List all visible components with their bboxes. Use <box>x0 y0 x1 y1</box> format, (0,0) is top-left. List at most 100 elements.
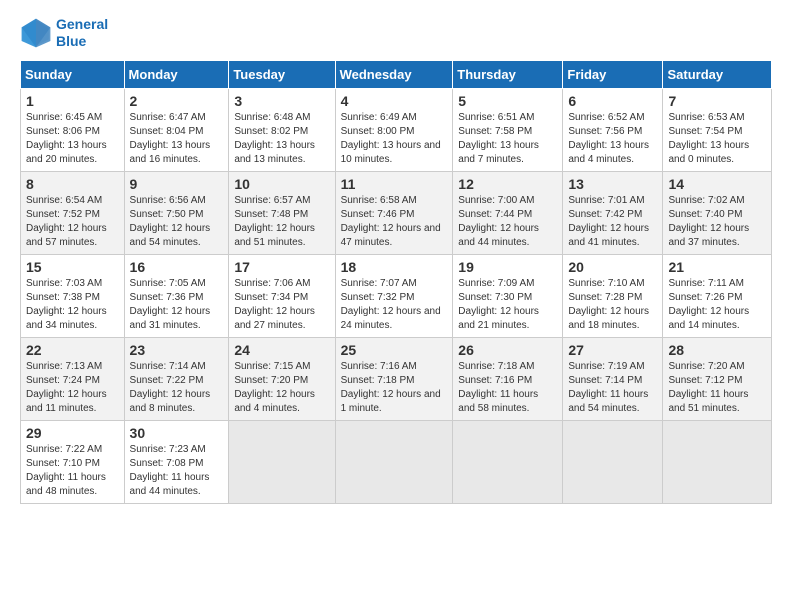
calendar-cell: 6 Sunrise: 6:52 AMSunset: 7:56 PMDayligh… <box>563 88 663 171</box>
day-number: 10 <box>234 176 329 192</box>
day-info: Sunrise: 7:05 AMSunset: 7:36 PMDaylight:… <box>130 278 211 331</box>
day-header-wednesday: Wednesday <box>335 60 453 88</box>
calendar-cell: 26 Sunrise: 7:18 AMSunset: 7:16 PMDaylig… <box>453 337 563 420</box>
calendar-cell: 19 Sunrise: 7:09 AMSunset: 7:30 PMDaylig… <box>453 254 563 337</box>
calendar-cell: 27 Sunrise: 7:19 AMSunset: 7:14 PMDaylig… <box>563 337 663 420</box>
day-info: Sunrise: 6:58 AMSunset: 7:46 PMDaylight:… <box>341 195 441 248</box>
logo: General Blue <box>20 16 108 50</box>
calendar-cell: 4 Sunrise: 6:49 AMSunset: 8:00 PMDayligh… <box>335 88 453 171</box>
calendar-body: 1 Sunrise: 6:45 AMSunset: 8:06 PMDayligh… <box>21 88 772 503</box>
day-header-monday: Monday <box>124 60 229 88</box>
day-number: 15 <box>26 259 119 275</box>
calendar-cell: 21 Sunrise: 7:11 AMSunset: 7:26 PMDaylig… <box>663 254 772 337</box>
day-info: Sunrise: 6:45 AMSunset: 8:06 PMDaylight:… <box>26 112 107 165</box>
calendar-cell: 30 Sunrise: 7:23 AMSunset: 7:08 PMDaylig… <box>124 420 229 503</box>
week-row-2: 8 Sunrise: 6:54 AMSunset: 7:52 PMDayligh… <box>21 171 772 254</box>
calendar-cell <box>663 420 772 503</box>
day-number: 23 <box>130 342 224 358</box>
week-row-5: 29 Sunrise: 7:22 AMSunset: 7:10 PMDaylig… <box>21 420 772 503</box>
day-number: 29 <box>26 425 119 441</box>
calendar-cell: 10 Sunrise: 6:57 AMSunset: 7:48 PMDaylig… <box>229 171 335 254</box>
calendar-cell: 14 Sunrise: 7:02 AMSunset: 7:40 PMDaylig… <box>663 171 772 254</box>
day-number: 22 <box>26 342 119 358</box>
day-info: Sunrise: 7:02 AMSunset: 7:40 PMDaylight:… <box>668 195 749 248</box>
calendar-cell: 18 Sunrise: 7:07 AMSunset: 7:32 PMDaylig… <box>335 254 453 337</box>
day-info: Sunrise: 7:20 AMSunset: 7:12 PMDaylight:… <box>668 361 748 414</box>
calendar-cell: 13 Sunrise: 7:01 AMSunset: 7:42 PMDaylig… <box>563 171 663 254</box>
week-row-1: 1 Sunrise: 6:45 AMSunset: 8:06 PMDayligh… <box>21 88 772 171</box>
day-header-sunday: Sunday <box>21 60 125 88</box>
day-number: 20 <box>568 259 657 275</box>
day-number: 9 <box>130 176 224 192</box>
day-number: 25 <box>341 342 448 358</box>
header: General Blue <box>20 16 772 50</box>
day-info: Sunrise: 6:47 AMSunset: 8:04 PMDaylight:… <box>130 112 211 165</box>
day-number: 27 <box>568 342 657 358</box>
day-info: Sunrise: 6:48 AMSunset: 8:02 PMDaylight:… <box>234 112 315 165</box>
logo-icon <box>20 17 52 49</box>
logo-text: General Blue <box>56 16 108 50</box>
day-info: Sunrise: 7:23 AMSunset: 7:08 PMDaylight:… <box>130 444 210 497</box>
calendar-cell: 5 Sunrise: 6:51 AMSunset: 7:58 PMDayligh… <box>453 88 563 171</box>
day-header-friday: Friday <box>563 60 663 88</box>
page: General Blue SundayMondayTuesdayWednesda… <box>0 0 792 520</box>
day-number: 4 <box>341 93 448 109</box>
day-info: Sunrise: 6:52 AMSunset: 7:56 PMDaylight:… <box>568 112 649 165</box>
day-info: Sunrise: 7:22 AMSunset: 7:10 PMDaylight:… <box>26 444 106 497</box>
calendar-cell: 3 Sunrise: 6:48 AMSunset: 8:02 PMDayligh… <box>229 88 335 171</box>
day-number: 26 <box>458 342 557 358</box>
day-number: 7 <box>668 93 766 109</box>
day-header-tuesday: Tuesday <box>229 60 335 88</box>
day-number: 11 <box>341 176 448 192</box>
day-info: Sunrise: 6:57 AMSunset: 7:48 PMDaylight:… <box>234 195 315 248</box>
calendar-cell: 8 Sunrise: 6:54 AMSunset: 7:52 PMDayligh… <box>21 171 125 254</box>
day-info: Sunrise: 7:19 AMSunset: 7:14 PMDaylight:… <box>568 361 648 414</box>
day-number: 5 <box>458 93 557 109</box>
calendar-cell: 28 Sunrise: 7:20 AMSunset: 7:12 PMDaylig… <box>663 337 772 420</box>
calendar-cell: 1 Sunrise: 6:45 AMSunset: 8:06 PMDayligh… <box>21 88 125 171</box>
calendar-cell: 22 Sunrise: 7:13 AMSunset: 7:24 PMDaylig… <box>21 337 125 420</box>
day-info: Sunrise: 6:53 AMSunset: 7:54 PMDaylight:… <box>668 112 749 165</box>
day-number: 21 <box>668 259 766 275</box>
day-number: 16 <box>130 259 224 275</box>
day-info: Sunrise: 7:10 AMSunset: 7:28 PMDaylight:… <box>568 278 649 331</box>
day-number: 12 <box>458 176 557 192</box>
calendar-cell: 17 Sunrise: 7:06 AMSunset: 7:34 PMDaylig… <box>229 254 335 337</box>
calendar-cell: 2 Sunrise: 6:47 AMSunset: 8:04 PMDayligh… <box>124 88 229 171</box>
calendar-cell: 11 Sunrise: 6:58 AMSunset: 7:46 PMDaylig… <box>335 171 453 254</box>
day-number: 8 <box>26 176 119 192</box>
day-number: 6 <box>568 93 657 109</box>
day-info: Sunrise: 7:13 AMSunset: 7:24 PMDaylight:… <box>26 361 107 414</box>
calendar-cell <box>453 420 563 503</box>
day-number: 28 <box>668 342 766 358</box>
calendar-cell: 15 Sunrise: 7:03 AMSunset: 7:38 PMDaylig… <box>21 254 125 337</box>
calendar-cell <box>335 420 453 503</box>
calendar-cell: 16 Sunrise: 7:05 AMSunset: 7:36 PMDaylig… <box>124 254 229 337</box>
calendar-cell: 7 Sunrise: 6:53 AMSunset: 7:54 PMDayligh… <box>663 88 772 171</box>
calendar-cell: 23 Sunrise: 7:14 AMSunset: 7:22 PMDaylig… <box>124 337 229 420</box>
calendar-header: SundayMondayTuesdayWednesdayThursdayFrid… <box>21 60 772 88</box>
day-header-saturday: Saturday <box>663 60 772 88</box>
calendar-cell <box>229 420 335 503</box>
day-header-thursday: Thursday <box>453 60 563 88</box>
calendar-cell: 24 Sunrise: 7:15 AMSunset: 7:20 PMDaylig… <box>229 337 335 420</box>
week-row-3: 15 Sunrise: 7:03 AMSunset: 7:38 PMDaylig… <box>21 254 772 337</box>
calendar-cell <box>563 420 663 503</box>
calendar-cell: 29 Sunrise: 7:22 AMSunset: 7:10 PMDaylig… <box>21 420 125 503</box>
day-info: Sunrise: 6:56 AMSunset: 7:50 PMDaylight:… <box>130 195 211 248</box>
calendar-cell: 25 Sunrise: 7:16 AMSunset: 7:18 PMDaylig… <box>335 337 453 420</box>
day-info: Sunrise: 6:49 AMSunset: 8:00 PMDaylight:… <box>341 112 441 165</box>
day-number: 2 <box>130 93 224 109</box>
calendar-cell: 12 Sunrise: 7:00 AMSunset: 7:44 PMDaylig… <box>453 171 563 254</box>
day-number: 14 <box>668 176 766 192</box>
day-number: 3 <box>234 93 329 109</box>
calendar-cell: 9 Sunrise: 6:56 AMSunset: 7:50 PMDayligh… <box>124 171 229 254</box>
day-info: Sunrise: 7:11 AMSunset: 7:26 PMDaylight:… <box>668 278 749 331</box>
day-info: Sunrise: 7:00 AMSunset: 7:44 PMDaylight:… <box>458 195 539 248</box>
day-info: Sunrise: 7:01 AMSunset: 7:42 PMDaylight:… <box>568 195 649 248</box>
day-number: 17 <box>234 259 329 275</box>
day-number: 13 <box>568 176 657 192</box>
day-info: Sunrise: 7:09 AMSunset: 7:30 PMDaylight:… <box>458 278 539 331</box>
day-number: 19 <box>458 259 557 275</box>
day-info: Sunrise: 7:16 AMSunset: 7:18 PMDaylight:… <box>341 361 441 414</box>
